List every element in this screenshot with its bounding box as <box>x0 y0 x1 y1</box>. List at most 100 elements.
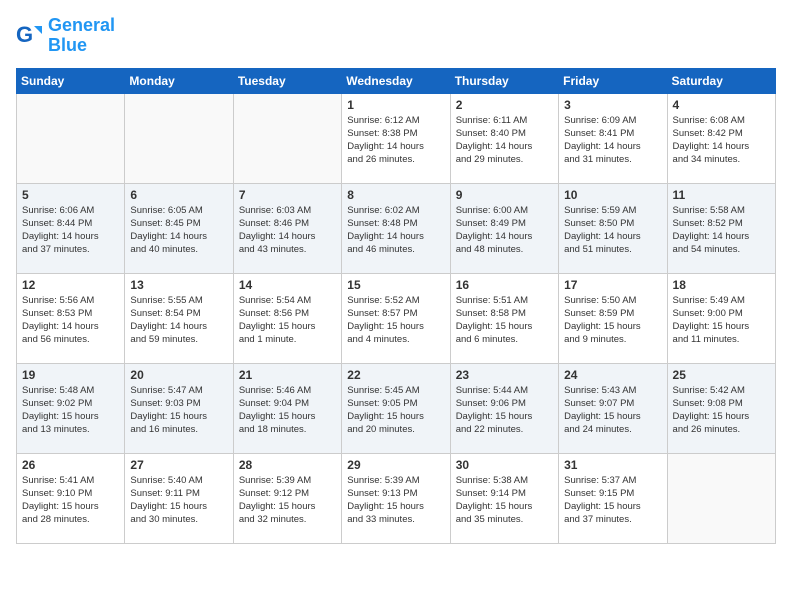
day-number: 30 <box>456 458 553 472</box>
day-number: 28 <box>239 458 336 472</box>
day-number: 25 <box>673 368 770 382</box>
calendar-cell: 20 Sunrise: 5:47 AM Sunset: 9:03 PM Dayli… <box>125 363 233 453</box>
calendar-cell <box>233 93 341 183</box>
day-number: 17 <box>564 278 661 292</box>
cell-content: Sunrise: 5:39 AM Sunset: 9:13 PM Dayligh… <box>347 474 444 527</box>
calendar-cell: 2 Sunrise: 6:11 AM Sunset: 8:40 PM Daylig… <box>450 93 558 183</box>
calendar-cell: 25 Sunrise: 5:42 AM Sunset: 9:08 PM Dayli… <box>667 363 775 453</box>
day-of-week-header: Saturday <box>667 68 775 93</box>
day-of-week-header: Thursday <box>450 68 558 93</box>
cell-content: Sunrise: 6:09 AM Sunset: 8:41 PM Dayligh… <box>564 114 661 167</box>
calendar-cell: 15 Sunrise: 5:52 AM Sunset: 8:57 PM Dayli… <box>342 273 450 363</box>
cell-content: Sunrise: 6:06 AM Sunset: 8:44 PM Dayligh… <box>22 204 119 257</box>
calendar-cell: 1 Sunrise: 6:12 AM Sunset: 8:38 PM Daylig… <box>342 93 450 183</box>
page-header: G General Blue <box>16 16 776 56</box>
calendar-cell: 13 Sunrise: 5:55 AM Sunset: 8:54 PM Dayli… <box>125 273 233 363</box>
day-number: 11 <box>673 188 770 202</box>
day-number: 4 <box>673 98 770 112</box>
cell-content: Sunrise: 6:08 AM Sunset: 8:42 PM Dayligh… <box>673 114 770 167</box>
day-number: 16 <box>456 278 553 292</box>
calendar-cell: 9 Sunrise: 6:00 AM Sunset: 8:49 PM Daylig… <box>450 183 558 273</box>
calendar-cell: 16 Sunrise: 5:51 AM Sunset: 8:58 PM Dayli… <box>450 273 558 363</box>
calendar-week-row: 1 Sunrise: 6:12 AM Sunset: 8:38 PM Daylig… <box>17 93 776 183</box>
day-number: 5 <box>22 188 119 202</box>
cell-content: Sunrise: 6:11 AM Sunset: 8:40 PM Dayligh… <box>456 114 553 167</box>
cell-content: Sunrise: 6:03 AM Sunset: 8:46 PM Dayligh… <box>239 204 336 257</box>
calendar-cell: 17 Sunrise: 5:50 AM Sunset: 8:59 PM Dayli… <box>559 273 667 363</box>
calendar-week-row: 26Sunrise: 5:41 AM Sunset: 9:10 PM Dayli… <box>17 453 776 543</box>
cell-content: Sunrise: 5:48 AM Sunset: 9:02 PM Dayligh… <box>22 384 119 437</box>
calendar-week-row: 19 Sunrise: 5:48 AM Sunset: 9:02 PM Dayli… <box>17 363 776 453</box>
day-of-week-header: Tuesday <box>233 68 341 93</box>
cell-content: Sunrise: 6:05 AM Sunset: 8:45 PM Dayligh… <box>130 204 227 257</box>
cell-content: Sunrise: 6:02 AM Sunset: 8:48 PM Dayligh… <box>347 204 444 257</box>
calendar-table: SundayMondayTuesdayWednesdayThursdayFrid… <box>16 68 776 544</box>
calendar-cell <box>125 93 233 183</box>
day-number: 20 <box>130 368 227 382</box>
day-number: 3 <box>564 98 661 112</box>
logo-icon: G <box>16 22 44 50</box>
day-number: 9 <box>456 188 553 202</box>
day-number: 10 <box>564 188 661 202</box>
day-number: 15 <box>347 278 444 292</box>
calendar-cell: 22Sunrise: 5:45 AM Sunset: 9:05 PM Dayli… <box>342 363 450 453</box>
day-number: 18 <box>673 278 770 292</box>
calendar-cell: 12 Sunrise: 5:56 AM Sunset: 8:53 PM Dayli… <box>17 273 125 363</box>
cell-content: Sunrise: 5:47 AM Sunset: 9:03 PM Dayligh… <box>130 384 227 437</box>
logo: G General Blue <box>16 16 115 56</box>
cell-content: Sunrise: 5:40 AM Sunset: 9:11 PM Dayligh… <box>130 474 227 527</box>
cell-content: Sunrise: 5:54 AM Sunset: 8:56 PM Dayligh… <box>239 294 336 347</box>
calendar-cell: 11 Sunrise: 5:58 AM Sunset: 8:52 PM Dayli… <box>667 183 775 273</box>
calendar-cell <box>667 453 775 543</box>
calendar-cell: 4 Sunrise: 6:08 AM Sunset: 8:42 PM Daylig… <box>667 93 775 183</box>
day-number: 21 <box>239 368 336 382</box>
day-number: 13 <box>130 278 227 292</box>
calendar-cell: 7 Sunrise: 6:03 AM Sunset: 8:46 PM Daylig… <box>233 183 341 273</box>
cell-content: Sunrise: 5:39 AM Sunset: 9:12 PM Dayligh… <box>239 474 336 527</box>
calendar-week-row: 12 Sunrise: 5:56 AM Sunset: 8:53 PM Dayli… <box>17 273 776 363</box>
day-number: 2 <box>456 98 553 112</box>
day-number: 27 <box>130 458 227 472</box>
calendar-cell: 14 Sunrise: 5:54 AM Sunset: 8:56 PM Dayli… <box>233 273 341 363</box>
calendar-cell: 24Sunrise: 5:43 AM Sunset: 9:07 PM Dayli… <box>559 363 667 453</box>
day-number: 12 <box>22 278 119 292</box>
cell-content: Sunrise: 5:52 AM Sunset: 8:57 PM Dayligh… <box>347 294 444 347</box>
calendar-week-row: 5 Sunrise: 6:06 AM Sunset: 8:44 PM Daylig… <box>17 183 776 273</box>
day-of-week-header: Friday <box>559 68 667 93</box>
calendar-cell: 8Sunrise: 6:02 AM Sunset: 8:48 PM Daylig… <box>342 183 450 273</box>
day-number: 1 <box>347 98 444 112</box>
cell-content: Sunrise: 5:43 AM Sunset: 9:07 PM Dayligh… <box>564 384 661 437</box>
day-number: 7 <box>239 188 336 202</box>
day-number: 14 <box>239 278 336 292</box>
calendar-cell: 27 Sunrise: 5:40 AM Sunset: 9:11 PM Dayli… <box>125 453 233 543</box>
day-number: 29 <box>347 458 444 472</box>
calendar-cell: 5 Sunrise: 6:06 AM Sunset: 8:44 PM Daylig… <box>17 183 125 273</box>
calendar-cell <box>17 93 125 183</box>
cell-content: Sunrise: 5:41 AM Sunset: 9:10 PM Dayligh… <box>22 474 119 527</box>
calendar-cell: 10 Sunrise: 5:59 AM Sunset: 8:50 PM Dayli… <box>559 183 667 273</box>
cell-content: Sunrise: 5:44 AM Sunset: 9:06 PM Dayligh… <box>456 384 553 437</box>
cell-content: Sunrise: 5:58 AM Sunset: 8:52 PM Dayligh… <box>673 204 770 257</box>
cell-content: Sunrise: 5:50 AM Sunset: 8:59 PM Dayligh… <box>564 294 661 347</box>
calendar-cell: 3 Sunrise: 6:09 AM Sunset: 8:41 PM Daylig… <box>559 93 667 183</box>
cell-content: Sunrise: 5:49 AM Sunset: 9:00 PM Dayligh… <box>673 294 770 347</box>
calendar-cell: 19 Sunrise: 5:48 AM Sunset: 9:02 PM Dayli… <box>17 363 125 453</box>
cell-content: Sunrise: 5:55 AM Sunset: 8:54 PM Dayligh… <box>130 294 227 347</box>
day-number: 23 <box>456 368 553 382</box>
cell-content: Sunrise: 5:42 AM Sunset: 9:08 PM Dayligh… <box>673 384 770 437</box>
day-number: 31 <box>564 458 661 472</box>
svg-text:G: G <box>16 22 33 47</box>
cell-content: Sunrise: 5:59 AM Sunset: 8:50 PM Dayligh… <box>564 204 661 257</box>
day-number: 6 <box>130 188 227 202</box>
logo-text: General Blue <box>48 16 115 56</box>
calendar-header-row: SundayMondayTuesdayWednesdayThursdayFrid… <box>17 68 776 93</box>
cell-content: Sunrise: 6:12 AM Sunset: 8:38 PM Dayligh… <box>347 114 444 167</box>
day-number: 22 <box>347 368 444 382</box>
cell-content: Sunrise: 5:51 AM Sunset: 8:58 PM Dayligh… <box>456 294 553 347</box>
cell-content: Sunrise: 5:46 AM Sunset: 9:04 PM Dayligh… <box>239 384 336 437</box>
cell-content: Sunrise: 5:37 AM Sunset: 9:15 PM Dayligh… <box>564 474 661 527</box>
cell-content: Sunrise: 5:56 AM Sunset: 8:53 PM Dayligh… <box>22 294 119 347</box>
calendar-cell: 26Sunrise: 5:41 AM Sunset: 9:10 PM Dayli… <box>17 453 125 543</box>
cell-content: Sunrise: 6:00 AM Sunset: 8:49 PM Dayligh… <box>456 204 553 257</box>
day-number: 19 <box>22 368 119 382</box>
